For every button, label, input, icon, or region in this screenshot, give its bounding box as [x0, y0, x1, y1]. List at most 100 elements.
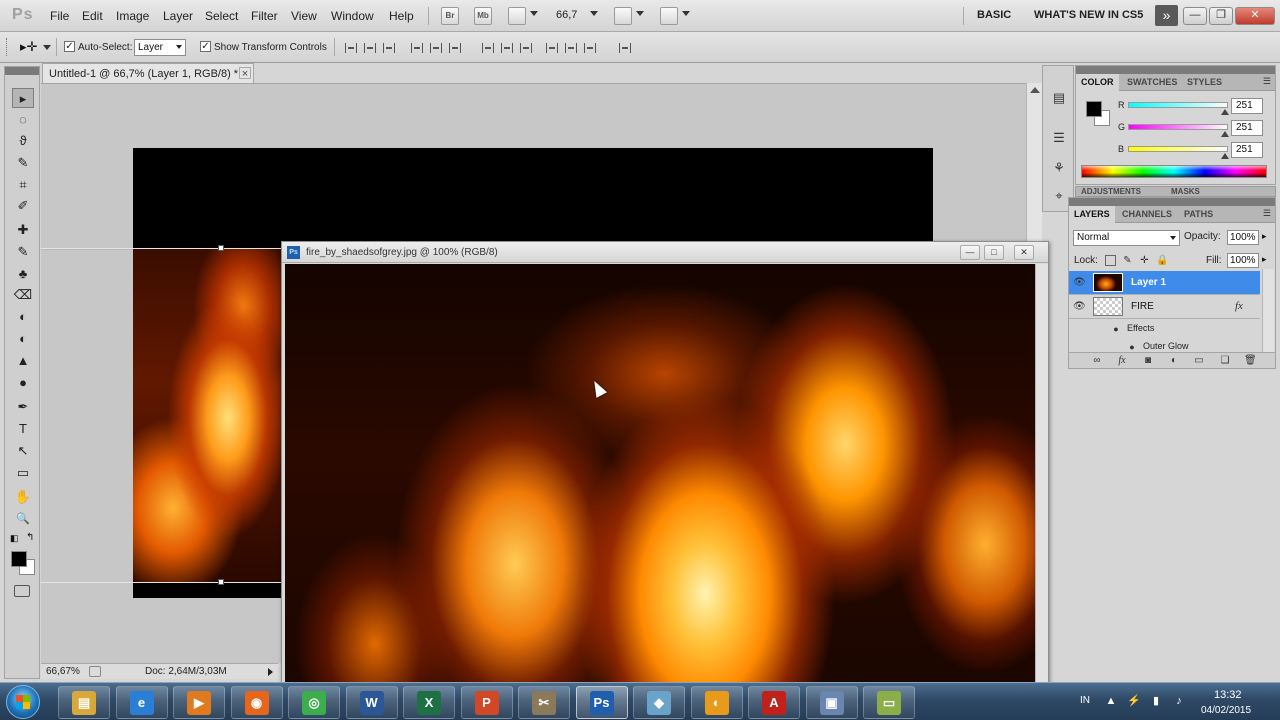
zoom-level[interactable]: 66,7: [556, 9, 577, 21]
move-tool-icon[interactable]: ▸: [12, 88, 34, 108]
taskbar-virtualbox-button[interactable]: ▣: [805, 686, 858, 719]
auto-select-dropdown[interactable]: Layer: [134, 39, 186, 56]
panel-header[interactable]: [1076, 66, 1275, 74]
status-menu-arrow-icon[interactable]: [268, 668, 273, 676]
document-tab-untitled[interactable]: Untitled-1 @ 66,7% (Layer 1, RGB/8) * ×: [42, 63, 254, 83]
tray-clock-date[interactable]: 04/02/2015: [1201, 705, 1251, 716]
tab-adjustments[interactable]: ADJUSTMENTS: [1076, 187, 1146, 196]
tab-styles[interactable]: STYLES: [1182, 74, 1227, 91]
channel-g-knob[interactable]: [1221, 131, 1229, 137]
visibility-eye-icon[interactable]: 👁: [1073, 301, 1086, 313]
fire-layer-preview[interactable]: [133, 248, 283, 582]
quick-mask-icon[interactable]: [14, 585, 30, 597]
lock-all-icon[interactable]: 🔒: [1156, 255, 1168, 266]
auto-align-icon[interactable]: [619, 43, 631, 53]
fire-image[interactable]: [285, 264, 1035, 684]
chevron-down-icon[interactable]: [530, 11, 538, 16]
align-left-icon[interactable]: [411, 43, 423, 53]
blur-tool-icon[interactable]: ▲: [12, 351, 34, 371]
tab-swatches[interactable]: SWATCHES: [1122, 74, 1182, 91]
type-tool-icon[interactable]: T: [12, 419, 34, 439]
color-foreground-swatch[interactable]: [1086, 101, 1102, 117]
arrange-documents-icon[interactable]: [614, 7, 632, 25]
taskbar-tools-button[interactable]: ✂: [518, 686, 570, 719]
tray-show-hidden-icon[interactable]: ▲: [1105, 695, 1117, 707]
menu-help[interactable]: Help: [389, 9, 414, 23]
tab-layers[interactable]: LAYERS: [1069, 206, 1115, 223]
healing-brush-tool-icon[interactable]: ✚: [12, 220, 34, 240]
app-minimize-button[interactable]: —: [1183, 7, 1207, 25]
panel-header[interactable]: [1069, 198, 1275, 206]
view-extras-icon[interactable]: [508, 7, 526, 25]
workspace-whats-new[interactable]: WHAT'S NEW IN CS5: [1034, 9, 1143, 21]
fill-slider-arrow-icon[interactable]: ▸: [1262, 254, 1267, 265]
taskbar-acrobat-button[interactable]: A: [748, 686, 800, 719]
lock-position-icon[interactable]: ✛: [1139, 255, 1150, 266]
distribute-left-icon[interactable]: [546, 43, 558, 53]
history-panel-icon[interactable]: ▤: [1051, 90, 1067, 106]
effects-row[interactable]: ● Effects: [1069, 320, 1260, 338]
channel-g-input[interactable]: 251: [1231, 120, 1263, 136]
taskbar-powerpoint-button[interactable]: P: [460, 686, 513, 719]
channel-g-slider[interactable]: [1128, 124, 1228, 130]
workspace-basic[interactable]: BASIC: [977, 9, 1011, 21]
tray-network-icon[interactable]: ▮: [1150, 695, 1162, 707]
clone-stamp-tool-icon[interactable]: ♣: [12, 264, 34, 284]
menu-window[interactable]: Window: [331, 9, 374, 23]
align-top-icon[interactable]: [345, 43, 357, 53]
transform-handle[interactable]: [218, 245, 224, 251]
link-layers-icon[interactable]: ∞: [1091, 355, 1103, 366]
distribute-vcenter-icon[interactable]: [501, 43, 513, 53]
minimize-button[interactable]: —: [960, 245, 980, 260]
move-tool-preset-icon[interactable]: ▸✛: [20, 39, 37, 55]
clone-source-panel-icon[interactable]: ⚘: [1051, 160, 1067, 176]
eyedropper-tool-icon[interactable]: ✐: [12, 196, 34, 216]
dodge-tool-icon[interactable]: ●: [12, 373, 34, 393]
visibility-eye-icon[interactable]: ●: [1111, 324, 1121, 334]
distribute-right-icon[interactable]: [584, 43, 596, 53]
menu-file[interactable]: File: [50, 9, 69, 23]
transform-handle[interactable]: [218, 579, 224, 585]
chevron-down-icon[interactable]: [682, 11, 690, 16]
hand-tool-icon[interactable]: ✋: [12, 487, 34, 507]
taskbar-excel-button[interactable]: X: [403, 686, 455, 719]
menu-select[interactable]: Select: [205, 9, 238, 23]
status-zoom[interactable]: 66,67%: [46, 666, 80, 677]
app-restore-button[interactable]: ❐: [1209, 7, 1233, 25]
taskbar-file-explorer-button[interactable]: ▤: [58, 686, 110, 719]
delete-layer-icon[interactable]: 🗑: [1244, 355, 1257, 366]
app-close-button[interactable]: ✕: [1235, 7, 1275, 25]
taskbar-notepad-button[interactable]: ▭: [863, 686, 915, 719]
fill-input[interactable]: 100%: [1227, 253, 1259, 268]
channel-b-input[interactable]: 251: [1231, 142, 1263, 158]
panel-menu-icon[interactable]: ☰: [1263, 76, 1271, 87]
mini-bridge-button[interactable]: Mb: [474, 7, 492, 25]
lock-transparent-icon[interactable]: [1105, 255, 1116, 266]
status-info-icon[interactable]: [89, 666, 101, 677]
tab-paths[interactable]: PATHS: [1179, 206, 1218, 223]
quick-selection-tool-icon[interactable]: ✎: [12, 153, 34, 173]
taskbar-chrome-button[interactable]: ◎: [288, 686, 340, 719]
tools-panel-header[interactable]: [5, 67, 39, 75]
foreground-color-swatch[interactable]: [11, 551, 27, 567]
align-vcenter-icon[interactable]: [364, 43, 376, 53]
scroll-up-icon[interactable]: [1030, 87, 1040, 93]
actions-panel-icon[interactable]: ⌖: [1051, 188, 1067, 204]
tray-volume-icon[interactable]: ♪: [1173, 695, 1185, 707]
menu-view[interactable]: View: [291, 9, 317, 23]
visibility-eye-icon[interactable]: 👁: [1073, 277, 1086, 289]
taskbar-media-player-button[interactable]: ▶: [173, 686, 225, 719]
more-workspaces-icon[interactable]: »: [1155, 5, 1178, 26]
channel-r-knob[interactable]: [1221, 109, 1229, 115]
color-spectrum[interactable]: [1081, 165, 1267, 178]
adjustment-layer-icon[interactable]: ◐: [1168, 355, 1180, 366]
channel-b-knob[interactable]: [1221, 153, 1229, 159]
crop-tool-icon[interactable]: ⌗: [12, 175, 34, 195]
tray-power-icon[interactable]: ⚡: [1127, 695, 1141, 707]
chevron-down-icon[interactable]: [636, 11, 644, 16]
path-selection-tool-icon[interactable]: ↖: [12, 441, 34, 461]
chevron-down-icon[interactable]: [43, 45, 51, 50]
marquee-tool-icon[interactable]: ◌: [12, 110, 34, 130]
tab-color[interactable]: COLOR: [1076, 74, 1119, 91]
layer-row-layer1[interactable]: 👁 Layer 1: [1069, 271, 1260, 295]
